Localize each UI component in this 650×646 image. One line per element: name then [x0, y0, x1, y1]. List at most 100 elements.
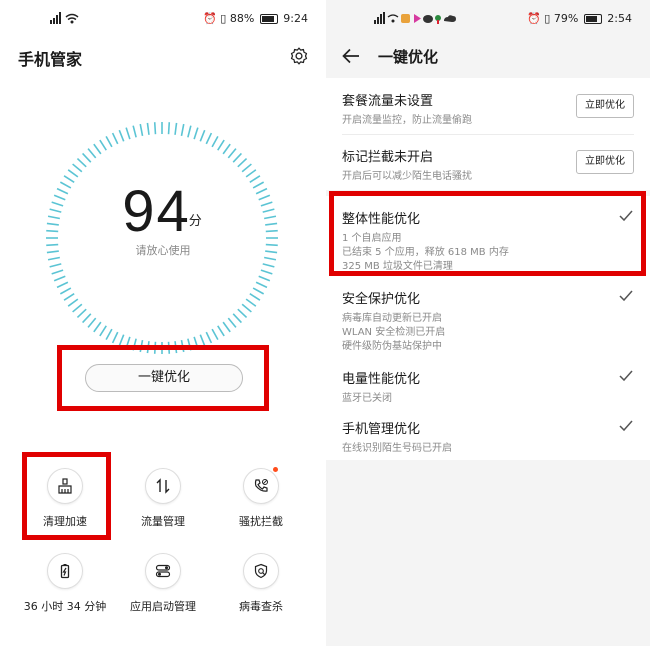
gauge-tick [105, 135, 113, 148]
phone-manager-screen: ⏰ ▯ 88% 9:24 手机管家 94分 请放心使用 一键优化 清理加速 流量… [0, 0, 326, 646]
gauge-tick [205, 132, 213, 145]
gauge-tick [87, 317, 97, 328]
gauge-tick [249, 293, 261, 301]
gauge-tick [255, 281, 268, 289]
virus-scan-icon [243, 553, 279, 589]
gauge-tick [222, 143, 231, 155]
gauge-tick [245, 169, 257, 178]
gauge-tick [146, 122, 150, 135]
gauge-tick [153, 122, 157, 135]
page-header: 一键优化 [326, 36, 650, 78]
app-launch-icon [145, 553, 181, 589]
alarm-icon: ⏰ [203, 12, 217, 25]
tool-cleanup[interactable]: 清理加速 [10, 468, 120, 529]
notification-dot [273, 467, 278, 472]
gauge-tick [167, 122, 171, 135]
phone-block-icon [243, 467, 279, 504]
gauge-tick [72, 163, 83, 173]
battery-icon [47, 553, 83, 589]
back-arrow-icon[interactable] [340, 45, 362, 67]
clock: 2:54 [607, 12, 632, 25]
gauge-tick [232, 152, 242, 163]
gauge-tick [111, 331, 119, 344]
item-detail: 病毒库自动更新已开启 [342, 313, 442, 324]
checkmark-icon [619, 290, 633, 302]
gauge-tick [105, 328, 113, 341]
done-item-security: 安全保护优化 病毒库自动更新已开启 WLAN 安全检测已开启 硬件级防伪基站保护… [342, 288, 445, 354]
tool-label: 骚扰拦截 [239, 515, 283, 528]
score-unit: 分 [188, 214, 202, 229]
gauge-tick [67, 298, 79, 307]
status-right: ⏰ ▯ 79% 2:54 [527, 12, 632, 25]
gauge-tick [132, 125, 137, 138]
gauge-tick [217, 139, 225, 151]
done-item-phone-management: 手机管理优化 在线识别陌生号码已开启 [342, 418, 452, 456]
item-title: 手机管理优化 [342, 422, 421, 437]
pending-item-call-block: 标记拦截未开启 开启后可以减少陌生电话骚扰 [342, 146, 472, 184]
gauge-tick [258, 275, 271, 282]
gauge-tick [211, 135, 219, 148]
gauge-tick [262, 263, 275, 268]
tool-virus-scan[interactable]: 病毒查杀 [206, 553, 316, 614]
battery-percent: 88% [229, 12, 255, 25]
clock: 9:24 [283, 12, 308, 25]
gauge-tick [56, 281, 69, 289]
item-subtitle: 开启流量监控，防止流量偷跑 [342, 115, 472, 126]
tool-label: 36 小时 34 分钟 [23, 600, 107, 613]
score-display: 94分 [0, 178, 326, 245]
gauge-tick [187, 125, 192, 138]
gauge-tick [99, 325, 107, 337]
gauge-tick [139, 123, 144, 136]
tool-harassment-block[interactable]: 骚扰拦截 [206, 467, 316, 529]
gauge-tick [260, 269, 273, 275]
battery-icon [259, 14, 278, 24]
optimize-now-button[interactable]: 立即优化 [576, 150, 634, 174]
item-detail: 在线识别陌生号码已开启 [342, 443, 452, 454]
tool-label: 清理加速 [43, 515, 87, 528]
broom-icon [47, 468, 83, 504]
tool-app-launch[interactable]: 应用启动管理 [108, 553, 218, 614]
optimize-now-button[interactable]: 立即优化 [576, 94, 634, 118]
gauge-tick [174, 122, 178, 135]
tool-label: 流量管理 [141, 515, 185, 528]
gauge-tick [245, 298, 257, 307]
gauge-tick [237, 308, 248, 318]
checkmark-icon [619, 420, 633, 432]
gauge-tick [252, 287, 265, 295]
gauge-tick [99, 139, 107, 151]
gauge-tick [51, 269, 64, 275]
gauge-tick [199, 129, 206, 142]
gauge-tick [93, 321, 102, 333]
gauge-tick [232, 313, 242, 324]
item-detail: WLAN 安全检测已开启 [342, 327, 446, 338]
gauge-tick [93, 143, 102, 155]
gauge-tick [222, 321, 231, 333]
pending-item-data-plan: 套餐流量未设置 开启流量监控，防止流量偷跑 [342, 90, 472, 128]
gauge-tick [76, 308, 87, 318]
vibrate-icon: ▯ [544, 12, 551, 25]
one-click-optimize-button[interactable]: 一键优化 [85, 364, 243, 392]
tool-label: 病毒查杀 [239, 600, 283, 613]
item-detail: 蓝牙已关闭 [342, 393, 392, 404]
gauge-tick [59, 287, 72, 295]
tool-data-management[interactable]: 流量管理 [108, 468, 218, 529]
item-title: 电量性能优化 [342, 372, 421, 387]
vibrate-icon: ▯ [220, 12, 227, 25]
checkmark-icon [619, 370, 633, 382]
tool-battery[interactable]: 36 小时 34 分钟 [10, 553, 120, 614]
status-bar: ⏰ ▯ 79% 2:54 [326, 12, 650, 30]
one-click-optimize-screen: ⏰ ▯ 79% 2:54 一键优化 套餐流量未设置 开启流量监控，防止流量偷跑 … [326, 0, 650, 646]
settings-gear-icon[interactable] [289, 46, 309, 66]
gauge-tick [205, 331, 213, 344]
score-value: 94 [122, 179, 191, 244]
item-title: 套餐流量未设置 [342, 94, 434, 109]
battery-icon [583, 14, 602, 24]
gauge-tick [111, 132, 119, 145]
gauge-tick [49, 263, 62, 268]
gauge-tick [82, 152, 92, 163]
gauge-tick [237, 158, 248, 168]
status-right: ⏰ ▯ 88% 9:24 [203, 12, 308, 25]
gauge-tick [63, 293, 75, 301]
gauge-tick [227, 148, 237, 159]
gauge-tick [241, 163, 252, 173]
